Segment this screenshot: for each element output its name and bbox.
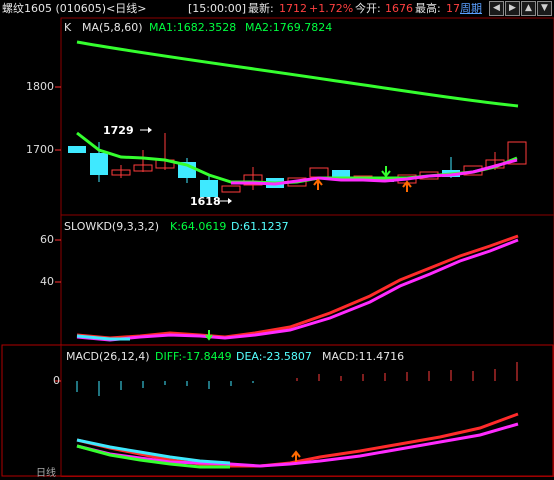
chart-canvas: [1, 17, 554, 477]
macd-value: MACD:11.4716: [322, 350, 405, 363]
candle: [221, 185, 241, 193]
low-annotation: 1618: [190, 195, 221, 208]
ytick-label-40: 40: [40, 275, 54, 288]
macd-title: MACD(26,12,4): [66, 350, 150, 363]
candle: [68, 146, 86, 153]
kd-k-line: [76, 234, 519, 340]
candle: [90, 153, 108, 175]
ma2-value: MA2:1769.7824: [245, 21, 333, 34]
ytick-label-1800: 1800: [26, 80, 54, 93]
kd-k-value: K:64.0619: [170, 220, 227, 233]
kd-d-value: D:61.1237: [231, 220, 289, 233]
macd-diff-value: DIFF:-17.8449: [155, 350, 232, 363]
ma60-line: [76, 40, 519, 108]
footer-period-label: 日线: [36, 468, 56, 479]
macd-panel-frame: [1, 344, 554, 477]
ytick-label-1700: 1700: [26, 143, 54, 156]
ytick-label-0: 0: [53, 374, 60, 387]
arrow-right-icon: [228, 198, 232, 204]
ma1-value: MA1:1682.3528: [149, 21, 237, 34]
candles: [68, 133, 527, 200]
ytick-label-60: 60: [40, 233, 54, 246]
ma-title: MA(5,8,60): [82, 21, 143, 34]
sell-signal-icon: [381, 166, 391, 178]
macd-dea-value: DEA:-23.5807: [236, 350, 312, 363]
price-panel-k-title: K: [64, 21, 72, 34]
kd-title: SLOWKD(9,3,3,2): [64, 220, 160, 233]
arrow-right-icon: [148, 127, 152, 133]
chart-frame: [60, 17, 554, 477]
high-annotation: 1729: [103, 124, 134, 137]
candle: [309, 167, 329, 178]
buy-signal-icon: [313, 178, 323, 190]
macd-histogram: [76, 362, 518, 396]
